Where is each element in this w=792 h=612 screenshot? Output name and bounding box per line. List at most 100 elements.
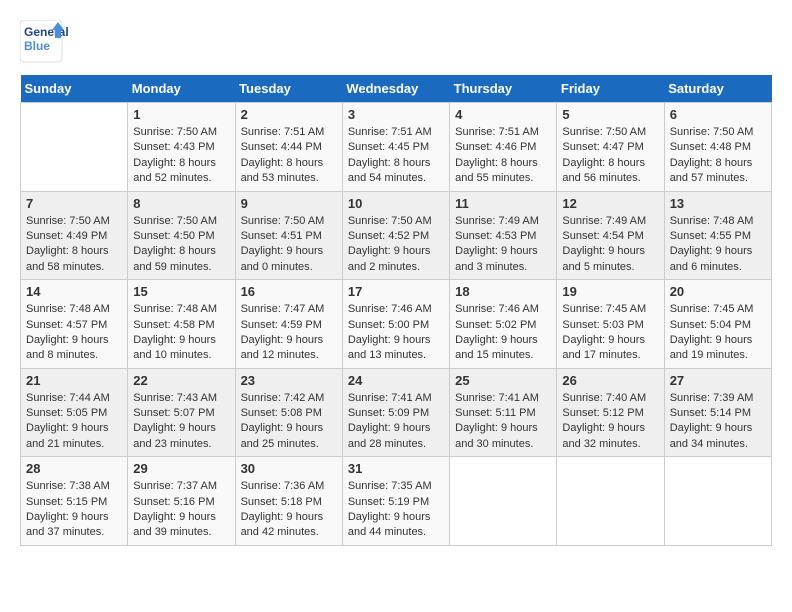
day-number: 31: [348, 461, 444, 476]
calendar-week-row: 21 Sunrise: 7:44 AMSunset: 5:05 PMDayligh…: [21, 368, 772, 457]
day-info: Sunrise: 7:41 AMSunset: 5:09 PMDaylight:…: [348, 391, 444, 453]
day-number: 17: [348, 284, 444, 299]
day-info: Sunrise: 7:51 AMSunset: 4:45 PMDaylight:…: [348, 125, 444, 187]
day-info: Sunrise: 7:46 AMSunset: 5:00 PMDaylight:…: [348, 302, 444, 364]
header-friday: Friday: [557, 75, 664, 103]
logo: General Blue: [20, 20, 90, 65]
day-info: Sunrise: 7:48 AMSunset: 4:55 PMDaylight:…: [670, 214, 766, 276]
header-saturday: Saturday: [664, 75, 771, 103]
day-info: Sunrise: 7:49 AMSunset: 4:53 PMDaylight:…: [455, 214, 551, 276]
day-info: Sunrise: 7:35 AMSunset: 5:19 PMDaylight:…: [348, 479, 444, 541]
calendar-table: SundayMondayTuesdayWednesdayThursdayFrid…: [20, 75, 772, 546]
day-number: 15: [133, 284, 229, 299]
calendar-cell: 12 Sunrise: 7:49 AMSunset: 4:54 PMDayligh…: [557, 191, 664, 280]
header-monday: Monday: [128, 75, 235, 103]
day-number: 12: [562, 196, 658, 211]
calendar-cell: 22 Sunrise: 7:43 AMSunset: 5:07 PMDayligh…: [128, 368, 235, 457]
calendar-cell: 23 Sunrise: 7:42 AMSunset: 5:08 PMDayligh…: [235, 368, 342, 457]
day-info: Sunrise: 7:37 AMSunset: 5:16 PMDaylight:…: [133, 479, 229, 541]
calendar-cell: 26 Sunrise: 7:40 AMSunset: 5:12 PMDayligh…: [557, 368, 664, 457]
day-number: 24: [348, 373, 444, 388]
day-info: Sunrise: 7:49 AMSunset: 4:54 PMDaylight:…: [562, 214, 658, 276]
calendar-cell: 16 Sunrise: 7:47 AMSunset: 4:59 PMDayligh…: [235, 280, 342, 369]
day-info: Sunrise: 7:40 AMSunset: 5:12 PMDaylight:…: [562, 391, 658, 453]
calendar-cell: 29 Sunrise: 7:37 AMSunset: 5:16 PMDayligh…: [128, 457, 235, 546]
day-number: 18: [455, 284, 551, 299]
day-number: 23: [241, 373, 337, 388]
calendar-cell: 27 Sunrise: 7:39 AMSunset: 5:14 PMDayligh…: [664, 368, 771, 457]
day-info: Sunrise: 7:43 AMSunset: 5:07 PMDaylight:…: [133, 391, 229, 453]
day-info: Sunrise: 7:50 AMSunset: 4:51 PMDaylight:…: [241, 214, 337, 276]
calendar-cell: 18Sunrise: 7:46 AMSunset: 5:02 PMDayligh…: [450, 280, 557, 369]
calendar-week-row: 7Sunrise: 7:50 AMSunset: 4:49 PMDaylight…: [21, 191, 772, 280]
day-info: Sunrise: 7:38 AMSunset: 5:15 PMDaylight:…: [26, 479, 122, 541]
calendar-cell: [664, 457, 771, 546]
day-number: 22: [133, 373, 229, 388]
day-number: 27: [670, 373, 766, 388]
day-info: Sunrise: 7:50 AMSunset: 4:49 PMDaylight:…: [26, 214, 122, 276]
day-info: Sunrise: 7:51 AMSunset: 4:46 PMDaylight:…: [455, 125, 551, 187]
calendar-cell: 2 Sunrise: 7:51 AMSunset: 4:44 PMDaylight…: [235, 103, 342, 192]
day-number: 21: [26, 373, 122, 388]
day-number: 11: [455, 196, 551, 211]
calendar-cell: 14 Sunrise: 7:48 AMSunset: 4:57 PMDayligh…: [21, 280, 128, 369]
calendar-week-row: 28 Sunrise: 7:38 AMSunset: 5:15 PMDayligh…: [21, 457, 772, 546]
day-info: Sunrise: 7:45 AMSunset: 5:04 PMDaylight:…: [670, 302, 766, 364]
svg-text:Blue: Blue: [24, 39, 50, 53]
calendar-cell: [21, 103, 128, 192]
day-number: 8: [133, 196, 229, 211]
calendar-cell: 21 Sunrise: 7:44 AMSunset: 5:05 PMDayligh…: [21, 368, 128, 457]
calendar-cell: 31 Sunrise: 7:35 AMSunset: 5:19 PMDayligh…: [342, 457, 449, 546]
calendar-cell: 4 Sunrise: 7:51 AMSunset: 4:46 PMDaylight…: [450, 103, 557, 192]
day-number: 10: [348, 196, 444, 211]
day-info: Sunrise: 7:50 AMSunset: 4:48 PMDaylight:…: [670, 125, 766, 187]
calendar-cell: [450, 457, 557, 546]
calendar-cell: 24 Sunrise: 7:41 AMSunset: 5:09 PMDayligh…: [342, 368, 449, 457]
calendar-cell: 28 Sunrise: 7:38 AMSunset: 5:15 PMDayligh…: [21, 457, 128, 546]
day-number: 13: [670, 196, 766, 211]
day-info: Sunrise: 7:42 AMSunset: 5:08 PMDaylight:…: [241, 391, 337, 453]
header-thursday: Thursday: [450, 75, 557, 103]
calendar-cell: 25Sunrise: 7:41 AMSunset: 5:11 PMDayligh…: [450, 368, 557, 457]
day-number: 19: [562, 284, 658, 299]
day-info: Sunrise: 7:48 AMSunset: 4:57 PMDaylight:…: [26, 302, 122, 364]
calendar-cell: 5 Sunrise: 7:50 AMSunset: 4:47 PMDaylight…: [557, 103, 664, 192]
day-info: Sunrise: 7:45 AMSunset: 5:03 PMDaylight:…: [562, 302, 658, 364]
day-number: 2: [241, 107, 337, 122]
day-number: 5: [562, 107, 658, 122]
day-number: 20: [670, 284, 766, 299]
day-number: 28: [26, 461, 122, 476]
day-info: Sunrise: 7:41 AMSunset: 5:11 PMDaylight:…: [455, 391, 551, 453]
header-sunday: Sunday: [21, 75, 128, 103]
calendar-cell: 30 Sunrise: 7:36 AMSunset: 5:18 PMDayligh…: [235, 457, 342, 546]
calendar-cell: 8Sunrise: 7:50 AMSunset: 4:50 PMDaylight…: [128, 191, 235, 280]
day-number: 4: [455, 107, 551, 122]
calendar-week-row: 1 Sunrise: 7:50 AMSunset: 4:43 PMDaylight…: [21, 103, 772, 192]
day-number: 14: [26, 284, 122, 299]
day-number: 26: [562, 373, 658, 388]
calendar-cell: 6 Sunrise: 7:50 AMSunset: 4:48 PMDaylight…: [664, 103, 771, 192]
day-number: 9: [241, 196, 337, 211]
day-number: 6: [670, 107, 766, 122]
header-wednesday: Wednesday: [342, 75, 449, 103]
day-number: 3: [348, 107, 444, 122]
day-info: Sunrise: 7:39 AMSunset: 5:14 PMDaylight:…: [670, 391, 766, 453]
calendar-cell: 17 Sunrise: 7:46 AMSunset: 5:00 PMDayligh…: [342, 280, 449, 369]
page-header: General Blue: [20, 20, 772, 65]
day-info: Sunrise: 7:51 AMSunset: 4:44 PMDaylight:…: [241, 125, 337, 187]
day-number: 29: [133, 461, 229, 476]
calendar-cell: 10 Sunrise: 7:50 AMSunset: 4:52 PMDayligh…: [342, 191, 449, 280]
logo-svg: General Blue: [20, 20, 90, 65]
day-info: Sunrise: 7:50 AMSunset: 4:52 PMDaylight:…: [348, 214, 444, 276]
day-info: Sunrise: 7:50 AMSunset: 4:43 PMDaylight:…: [133, 125, 229, 187]
calendar-cell: 11 Sunrise: 7:49 AMSunset: 4:53 PMDayligh…: [450, 191, 557, 280]
calendar-cell: 19 Sunrise: 7:45 AMSunset: 5:03 PMDayligh…: [557, 280, 664, 369]
day-number: 30: [241, 461, 337, 476]
day-info: Sunrise: 7:36 AMSunset: 5:18 PMDaylight:…: [241, 479, 337, 541]
day-info: Sunrise: 7:50 AMSunset: 4:47 PMDaylight:…: [562, 125, 658, 187]
day-info: Sunrise: 7:44 AMSunset: 5:05 PMDaylight:…: [26, 391, 122, 453]
day-number: 1: [133, 107, 229, 122]
day-info: Sunrise: 7:47 AMSunset: 4:59 PMDaylight:…: [241, 302, 337, 364]
calendar-cell: 7Sunrise: 7:50 AMSunset: 4:49 PMDaylight…: [21, 191, 128, 280]
day-number: 16: [241, 284, 337, 299]
